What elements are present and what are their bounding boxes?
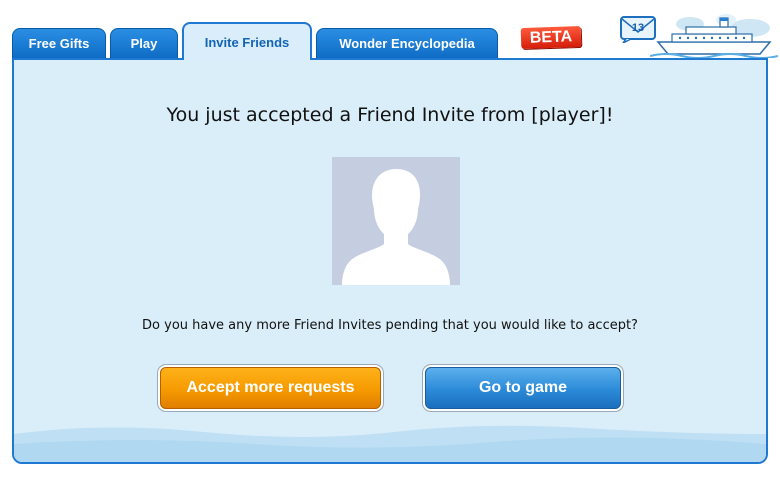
accept-more-requests-button[interactable]: Accept more requests: [160, 367, 381, 409]
wave-decoration: [14, 425, 766, 462]
tab-label: Play: [130, 36, 158, 51]
default-avatar-icon: [332, 157, 460, 285]
avatar: [332, 157, 460, 285]
tab-label: Wonder Encyclopedia: [339, 36, 475, 51]
tab-play[interactable]: Play: [110, 28, 178, 58]
button-label: Go to game: [478, 379, 567, 396]
tab-wonder-encyclopedia[interactable]: Wonder Encyclopedia: [316, 28, 498, 58]
pending-invites-question: Do you have any more Friend Invites pend…: [142, 318, 638, 333]
invite-panel: You just accepted a Friend Invite from […: [12, 58, 768, 464]
cruise-ship-icon: [650, 14, 778, 58]
page-title: You just accepted a Friend Invite from […: [166, 104, 614, 126]
tab-label: Free Gifts: [28, 36, 90, 51]
button-label: Accept more requests: [186, 379, 355, 396]
go-to-game-button[interactable]: Go to game: [425, 367, 621, 409]
beta-label: BETA: [529, 27, 573, 47]
tab-label: Invite Friends: [204, 34, 290, 50]
tab-free-gifts[interactable]: Free Gifts: [12, 28, 106, 58]
beta-badge: BETA: [520, 25, 582, 50]
tab-invite-friends[interactable]: Invite Friends: [182, 22, 312, 60]
